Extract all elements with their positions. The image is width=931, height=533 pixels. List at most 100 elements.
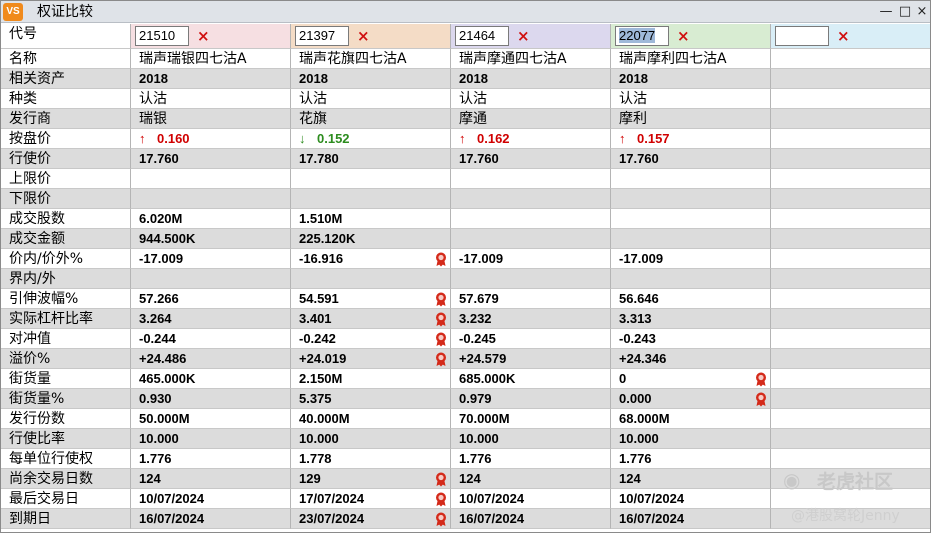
value-cell: 17.760 xyxy=(611,149,771,169)
code-input-4[interactable]: 22077 xyxy=(615,26,669,46)
column-5-header: × xyxy=(771,24,930,49)
value-cell xyxy=(771,249,930,269)
arrow-up-icon: ↑ xyxy=(459,131,466,146)
row-label: 相关资产 xyxy=(1,69,131,89)
value-cell: 3.264 xyxy=(131,309,291,329)
data-row: 街货量 465.000K 2.150M 685.000K 0 xyxy=(1,369,930,389)
value-cell: ↓ 0.152 xyxy=(291,129,451,149)
remove-column-5-button[interactable]: × xyxy=(837,27,850,45)
app-logo-icon: VS xyxy=(3,3,23,21)
cell-value: 1.510M xyxy=(299,211,343,226)
maximize-button[interactable]: □ xyxy=(896,3,914,21)
value-cell: 花旗 xyxy=(291,109,451,129)
value-cell xyxy=(131,269,291,289)
value-cell: 3.232 xyxy=(451,309,611,329)
row-label: 下限价 xyxy=(1,189,131,209)
value-cell xyxy=(291,169,451,189)
value-cell xyxy=(771,449,930,469)
code-label: 代号 xyxy=(1,24,131,49)
value-cell: 瑞声摩利四七沽A xyxy=(611,49,771,69)
data-row: 引伸波幅% 57.266 54.591 57.679 56.646 xyxy=(1,289,930,309)
row-label: 街货量 xyxy=(1,369,131,389)
data-row: 街货量% 0.930 5.375 0.979 0.000 xyxy=(1,389,930,409)
row-label: 界内/外 xyxy=(1,269,131,289)
award-ribbon-icon xyxy=(753,391,769,407)
cell-value: 1.778 xyxy=(299,451,332,466)
data-row: 溢价% +24.486 +24.019 +24.579 +24.346 xyxy=(1,349,930,369)
cell-value: 5.375 xyxy=(299,391,332,406)
data-row: 行使比率 10.000 10.000 10.000 10.000 xyxy=(1,429,930,449)
value-cell: -0.243 xyxy=(611,329,771,349)
row-label: 行使比率 xyxy=(1,429,131,449)
cell-value: -16.916 xyxy=(299,251,344,266)
code-input-2[interactable]: 21397 xyxy=(295,26,349,46)
data-row: 发行商 瑞银 花旗 摩通 摩利 xyxy=(1,109,930,129)
cell-value: 3.313 xyxy=(619,311,652,326)
value-cell: 2.150M xyxy=(291,369,451,389)
value-cell: 129 xyxy=(291,469,451,489)
code-input-3[interactable]: 21464 xyxy=(455,26,509,46)
value-cell: 10.000 xyxy=(291,429,451,449)
bid-price-value: 0.152 xyxy=(317,131,350,146)
value-cell xyxy=(771,309,930,329)
cell-value: 认沽 xyxy=(299,91,327,107)
value-cell: 瑞银 xyxy=(131,109,291,129)
value-cell: 认沽 xyxy=(291,89,451,109)
remove-column-3-button[interactable]: × xyxy=(517,27,530,45)
value-cell: ↑ 0.160 xyxy=(131,129,291,149)
value-cell: +24.486 xyxy=(131,349,291,369)
column-2-header: 21397 × xyxy=(291,24,451,49)
cell-value: 40.000M xyxy=(299,411,350,426)
value-cell xyxy=(771,69,930,89)
cell-value: -0.242 xyxy=(299,331,336,346)
cell-value: 57.679 xyxy=(459,291,499,306)
cell-value: 3.232 xyxy=(459,311,492,326)
cell-value: 56.646 xyxy=(619,291,659,306)
value-cell xyxy=(451,229,611,249)
cell-value: -0.244 xyxy=(139,331,176,346)
value-cell: ↑ 0.157 xyxy=(611,129,771,149)
value-cell: 57.679 xyxy=(451,289,611,309)
value-cell xyxy=(131,169,291,189)
value-cell: 50.000M xyxy=(131,409,291,429)
value-cell xyxy=(771,149,930,169)
value-cell xyxy=(611,169,771,189)
row-label: 引伸波幅% xyxy=(1,289,131,309)
value-cell xyxy=(611,269,771,289)
code-input-1[interactable]: 21510 xyxy=(135,26,189,46)
value-cell xyxy=(771,349,930,369)
cell-value: +24.019 xyxy=(299,351,347,366)
cell-value: 16/07/2024 xyxy=(619,511,685,526)
title-bar: VS 权证比较 — □ × xyxy=(1,1,930,23)
bid-price-value: 0.157 xyxy=(637,131,670,146)
remove-column-1-button[interactable]: × xyxy=(197,27,210,45)
cell-value: 10.000 xyxy=(299,431,339,446)
cell-value: 10.000 xyxy=(139,431,179,446)
value-cell: 16/07/2024 xyxy=(611,509,771,529)
cell-value: 0.000 xyxy=(619,391,652,406)
close-window-button[interactable]: × xyxy=(913,3,931,21)
value-cell: 认沽 xyxy=(611,89,771,109)
cell-value: 0 xyxy=(619,371,627,386)
value-cell: 40.000M xyxy=(291,409,451,429)
value-cell xyxy=(131,189,291,209)
row-label: 到期日 xyxy=(1,509,131,529)
data-row: 相关资产 2018 2018 2018 2018 xyxy=(1,69,930,89)
data-row: 发行份数 50.000M 40.000M 70.000M 68.000M xyxy=(1,409,930,429)
cell-value: 3.401 xyxy=(299,311,332,326)
row-label: 发行商 xyxy=(1,109,131,129)
data-row: 对冲值 -0.244 -0.242 -0.245 -0.243 xyxy=(1,329,930,349)
cell-value: 17.760 xyxy=(459,151,499,166)
code-input-5[interactable] xyxy=(775,26,829,46)
value-cell: 56.646 xyxy=(611,289,771,309)
cell-value: 2018 xyxy=(139,71,168,86)
value-cell: 57.266 xyxy=(131,289,291,309)
minimize-button[interactable]: — xyxy=(877,3,895,21)
data-row: 成交股数 6.020M 1.510M xyxy=(1,209,930,229)
cell-value: 17.780 xyxy=(299,151,339,166)
row-label: 发行份数 xyxy=(1,409,131,429)
cell-value: 摩通 xyxy=(459,111,487,127)
value-cell: 17.760 xyxy=(451,149,611,169)
remove-column-2-button[interactable]: × xyxy=(357,27,370,45)
remove-column-4-button[interactable]: × xyxy=(677,27,690,45)
